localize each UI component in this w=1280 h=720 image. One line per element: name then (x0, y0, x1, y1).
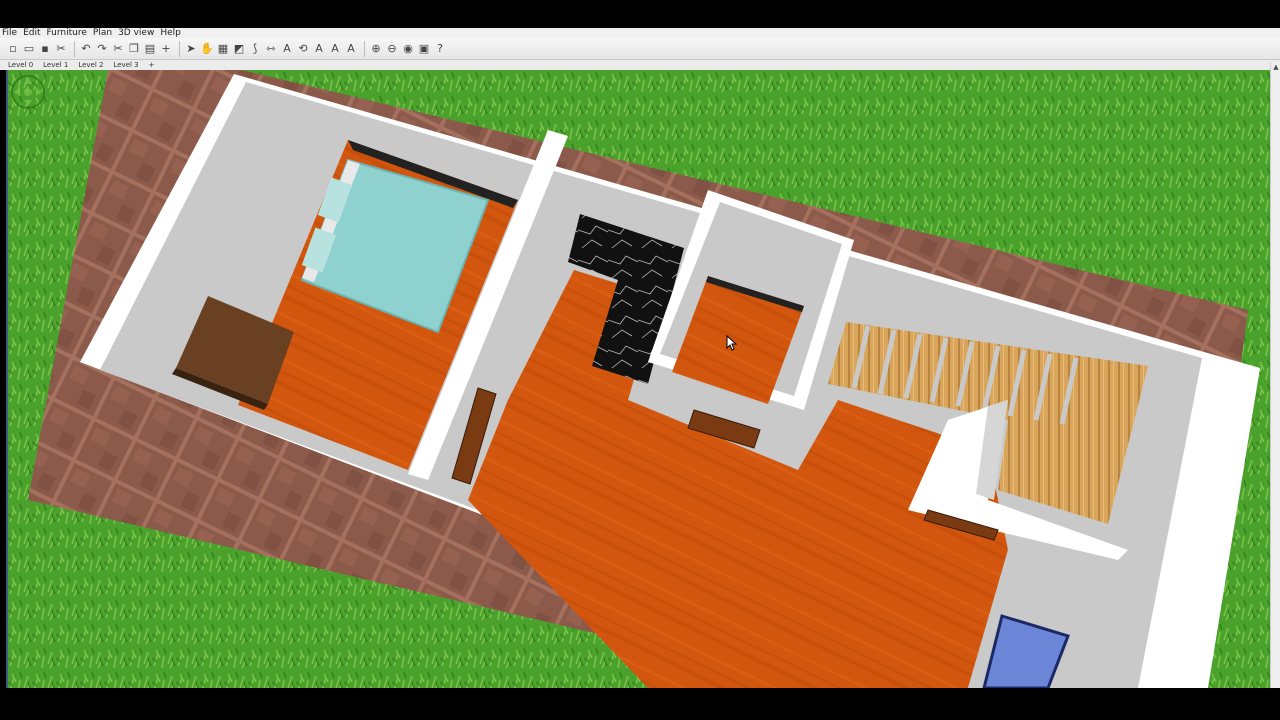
create-photo-icon[interactable]: ◉ (401, 42, 415, 56)
3d-scene (8, 70, 1280, 688)
pan-icon[interactable]: ✋ (200, 42, 214, 56)
create-walls-icon[interactable]: ▦ (216, 42, 230, 56)
menu-furniture[interactable]: Furniture (47, 28, 87, 38)
menu-edit[interactable]: Edit (23, 28, 40, 38)
redo-icon[interactable]: ↷ (95, 42, 109, 56)
text-style-icon[interactable]: A (312, 42, 326, 56)
open-icon[interactable]: ▭ (22, 42, 36, 56)
new-icon[interactable]: ▫ (6, 42, 20, 56)
video-bottom-letterbox (0, 688, 1280, 720)
zoom-out-icon[interactable]: ⊖ (385, 42, 399, 56)
add-text-icon[interactable]: A (280, 42, 294, 56)
create-polylines-icon[interactable]: ⟆ (248, 42, 262, 56)
paste-icon[interactable]: ▤ (143, 42, 157, 56)
main-toolbar: ▫ ▭ ▪ ✂ ↶ ↷ ✂ ❐ ▤ + ➤ ✋ ▦ ◩ ⟆ ⇿ A ⟲ A A A ⊕ ⊖ ◉ ▣? (0, 38, 1280, 60)
select-icon[interactable]: ➤ (184, 42, 198, 56)
help-icon[interactable]: ? (433, 42, 447, 56)
create-video-icon[interactable]: ▣ (417, 42, 431, 56)
navigation-arrows-icon[interactable] (10, 74, 46, 110)
create-dimensions-icon[interactable]: ⇿ (264, 42, 278, 56)
scroll-up-icon[interactable]: ▲ (1271, 62, 1280, 72)
modify-icon[interactable]: ⟲ (296, 42, 310, 56)
copy-icon[interactable]: ❐ (127, 42, 141, 56)
zoom-in-icon[interactable]: ⊕ (369, 42, 383, 56)
cut-icon[interactable]: ✂ (54, 42, 68, 56)
add-furniture-icon[interactable]: + (159, 42, 173, 56)
menu-3d-view[interactable]: 3D view (118, 28, 154, 38)
text-bold-icon[interactable]: A (328, 42, 342, 56)
tab-level-2[interactable]: Level 2 (78, 60, 103, 70)
create-rooms-icon[interactable]: ◩ (232, 42, 246, 56)
3d-view-canvas[interactable] (6, 70, 1280, 688)
add-level-button[interactable]: + (149, 60, 155, 70)
tab-level-0[interactable]: Level 0 (8, 60, 33, 70)
menu-bar: File Edit Furniture Plan 3D view Help (0, 28, 1280, 38)
toolbar-separator (364, 40, 365, 57)
tab-level-3[interactable]: Level 3 (113, 60, 138, 70)
mouse-pointer-icon (726, 335, 738, 351)
vertical-scrollbar[interactable]: ▲ (1270, 62, 1280, 688)
text-italic-icon[interactable]: A (344, 42, 358, 56)
menu-file[interactable]: File (2, 28, 17, 38)
save-icon[interactable]: ▪ (38, 42, 52, 56)
menu-plan[interactable]: Plan (93, 28, 112, 38)
undo-icon[interactable]: ↶ (79, 42, 93, 56)
menu-help[interactable]: Help (160, 28, 181, 38)
tab-level-1[interactable]: Level 1 (43, 60, 68, 70)
toolbar-separator (179, 40, 180, 57)
toolbar-separator (74, 40, 75, 57)
cut2-icon[interactable]: ✂ (111, 42, 125, 56)
level-tabs: Level 0 Level 1 Level 2 Level 3 + (0, 60, 1280, 70)
